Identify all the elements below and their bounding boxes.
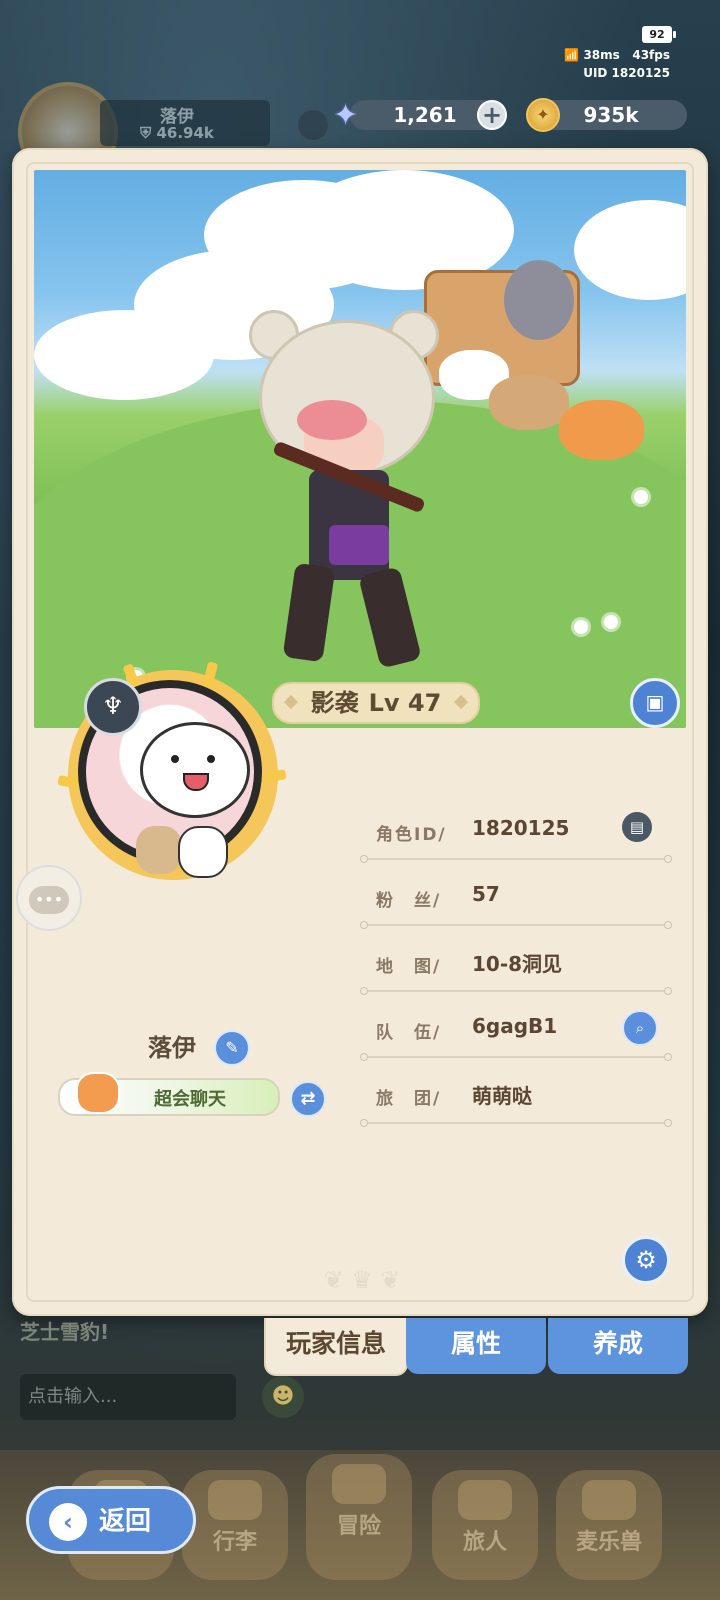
smile-icon: ☻ bbox=[271, 1384, 295, 1409]
row-divider bbox=[360, 1053, 672, 1061]
nav-label: 旅人 bbox=[462, 1530, 507, 1555]
gem-icon: ✦ bbox=[333, 98, 359, 133]
swap-title-button[interactable]: ⇄ bbox=[290, 1081, 326, 1117]
hud-power: ⛨ 46.94k bbox=[140, 124, 214, 142]
network-status: 📶 38ms 43fps bbox=[564, 48, 670, 62]
crown-icon[interactable] bbox=[298, 110, 328, 140]
uid-text: UID 1820125 bbox=[583, 66, 670, 80]
info-row-guild: 旅 团/ 萌萌哒 bbox=[360, 1074, 672, 1140]
nav-adventure[interactable]: 冒险 bbox=[306, 1454, 412, 1580]
diamond-ornament bbox=[283, 694, 299, 710]
hud-name-plate: 落伊 ⛨ 46.94k bbox=[100, 100, 270, 146]
info-value: 57 bbox=[472, 882, 500, 906]
row-divider bbox=[360, 987, 672, 995]
fps-text: 43fps bbox=[632, 48, 670, 62]
swap-icon: ⇄ bbox=[300, 1088, 316, 1109]
pencil-icon: ✎ bbox=[225, 1038, 239, 1057]
photo-card-button[interactable]: ▣ bbox=[630, 678, 680, 728]
gear-icon: ⚙ bbox=[635, 1246, 657, 1274]
nav-traveler[interactable]: 旅人 bbox=[432, 1470, 538, 1580]
back-button[interactable]: ‹ 返回 bbox=[26, 1486, 196, 1554]
row-divider bbox=[360, 1119, 672, 1127]
player-name: 落伊 bbox=[148, 1034, 196, 1062]
brown-pet bbox=[489, 375, 569, 430]
info-value: 6gagB1 bbox=[472, 1014, 558, 1038]
player-character[interactable] bbox=[249, 310, 449, 669]
trident-emblem-icon: ♆ bbox=[84, 678, 142, 736]
info-row-team: 队 伍/ 6gagB1 ⌕ bbox=[360, 1008, 672, 1074]
nav-label: 麦乐兽 bbox=[575, 1530, 642, 1555]
chat-last-message: 芝士雪豹! bbox=[20, 1320, 110, 1344]
character-scene: 影袭 Lv 47 ▣ bbox=[34, 170, 686, 728]
info-value: 萌萌哒 bbox=[472, 1084, 532, 1108]
battery-indicator: 92 bbox=[642, 26, 676, 43]
title-tag[interactable]: 超会聊天 bbox=[58, 1072, 280, 1116]
row-divider bbox=[360, 921, 672, 929]
eye bbox=[207, 755, 215, 763]
nav-luggage[interactable]: 行李 bbox=[182, 1470, 288, 1580]
eye bbox=[171, 755, 179, 763]
orange-pet bbox=[559, 400, 644, 460]
tab-training[interactable]: 养成 bbox=[548, 1318, 688, 1374]
crossed-swords-icon bbox=[332, 1464, 386, 1504]
traveler-icon bbox=[458, 1480, 512, 1520]
search-icon: ⌕ bbox=[635, 1019, 645, 1037]
info-row-fans: 粉 丝/ 57 bbox=[360, 876, 672, 942]
character-leg bbox=[282, 562, 336, 663]
info-key: 角色ID/ bbox=[376, 825, 447, 845]
search-team-button[interactable]: ⌕ bbox=[622, 1010, 658, 1046]
fox-icon bbox=[76, 1072, 120, 1114]
player-info-list: 角色ID/ 1820125 ▤ 粉 丝/ 57 地 图/ 10-8洞见 队 伍/… bbox=[360, 810, 672, 1140]
dog-avatar bbox=[136, 826, 182, 874]
chat-input[interactable]: 点击输入... bbox=[20, 1374, 236, 1420]
nav-label: 冒险 bbox=[336, 1514, 381, 1539]
speech-bubble-icon: ••• bbox=[29, 886, 69, 914]
bear-avatar bbox=[140, 722, 250, 818]
ornament-decoration: ❦ ♛ ❦ bbox=[323, 1266, 401, 1294]
nav-beast[interactable]: 麦乐兽 bbox=[556, 1470, 662, 1580]
info-value: 1820125 bbox=[472, 816, 570, 840]
info-key: 旅 团/ bbox=[376, 1089, 442, 1109]
emoji-button[interactable]: ☻ bbox=[262, 1376, 304, 1418]
fox-icon bbox=[582, 1480, 636, 1520]
nav-label: 行李 bbox=[212, 1530, 257, 1555]
copy-id-button[interactable]: ▤ bbox=[622, 812, 652, 842]
flower bbox=[634, 490, 648, 504]
info-key: 地 图/ bbox=[376, 957, 442, 977]
diamond-ornament bbox=[453, 694, 469, 710]
character-skirt bbox=[329, 525, 389, 565]
character-leg bbox=[358, 566, 422, 669]
title-text: 超会聊天 bbox=[154, 1089, 226, 1110]
info-row-id: 角色ID/ 1820125 ▤ bbox=[360, 810, 672, 876]
flower bbox=[574, 620, 588, 634]
settings-button[interactable]: ⚙ bbox=[622, 1236, 670, 1284]
info-key: 队 伍/ bbox=[376, 1023, 442, 1043]
gray-cat-pet bbox=[504, 260, 574, 340]
dog-avatar bbox=[178, 826, 228, 878]
coin-icon: ✦ bbox=[526, 98, 560, 132]
info-value: 10-8洞见 bbox=[472, 952, 563, 976]
back-arrow-icon: ‹ bbox=[49, 1502, 87, 1541]
info-row-map: 地 图/ 10-8洞见 bbox=[360, 942, 672, 1008]
chat-bubble-button[interactable]: ••• bbox=[16, 865, 82, 931]
edit-name-button[interactable]: ✎ bbox=[214, 1030, 250, 1066]
tab-player-info[interactable]: 玩家信息 bbox=[264, 1318, 408, 1376]
mouth bbox=[183, 773, 209, 791]
row-divider bbox=[360, 855, 672, 863]
role-name: 影袭 bbox=[310, 689, 359, 717]
tab-attributes[interactable]: 属性 bbox=[406, 1318, 546, 1374]
wifi-icon: 📶 bbox=[564, 48, 580, 62]
add-gems-button[interactable]: + bbox=[477, 100, 507, 130]
info-key: 粉 丝/ bbox=[376, 891, 442, 911]
role-level-badge: 影袭 Lv 47 bbox=[272, 682, 480, 724]
cloud bbox=[574, 200, 686, 300]
chest-icon bbox=[208, 1480, 262, 1520]
back-label: 返回 bbox=[99, 1506, 152, 1537]
flower bbox=[604, 615, 618, 629]
ping-text: 38ms bbox=[583, 48, 620, 62]
role-level: Lv 47 bbox=[368, 689, 442, 717]
character-hair bbox=[297, 400, 367, 440]
